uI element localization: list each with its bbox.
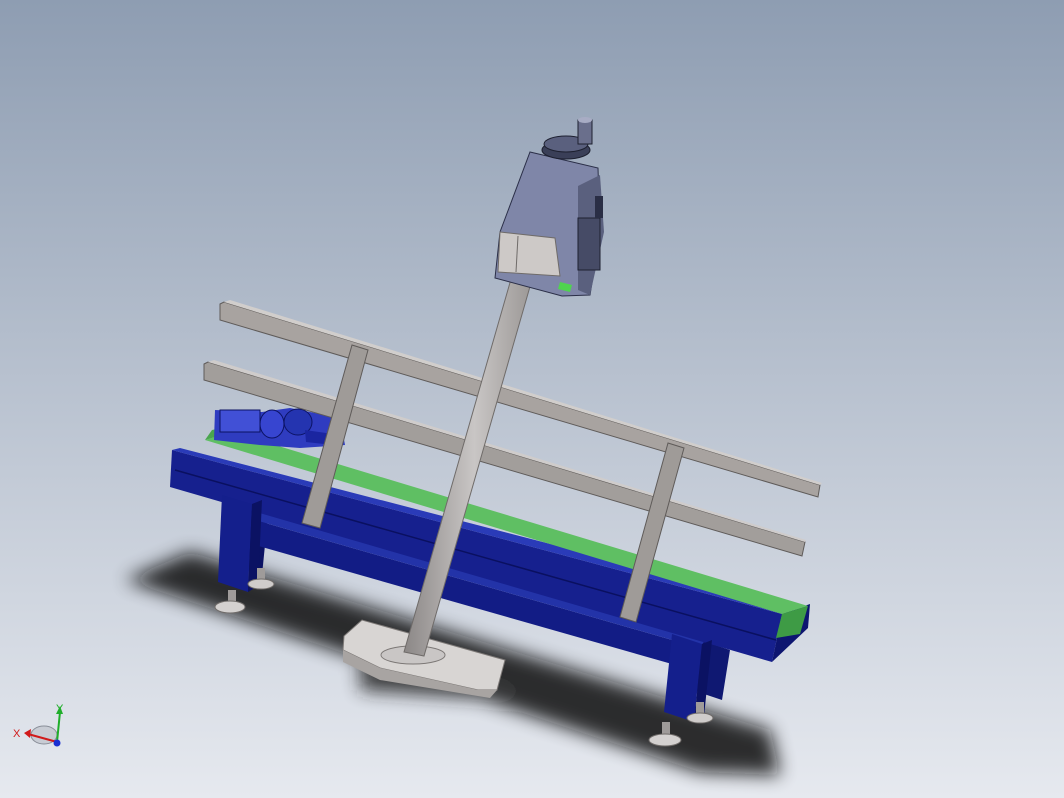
motor-gearbox	[259, 409, 285, 439]
triad-x-label: X	[13, 728, 21, 740]
pole-clamp	[497, 231, 561, 277]
triad-y-label: Y	[56, 703, 64, 715]
frame-leg-front-left	[218, 495, 252, 592]
cad-viewport[interactable]: X Y	[0, 0, 1064, 798]
triad-axis-z	[53, 739, 61, 747]
model-scene[interactable]: X Y	[0, 0, 1064, 798]
